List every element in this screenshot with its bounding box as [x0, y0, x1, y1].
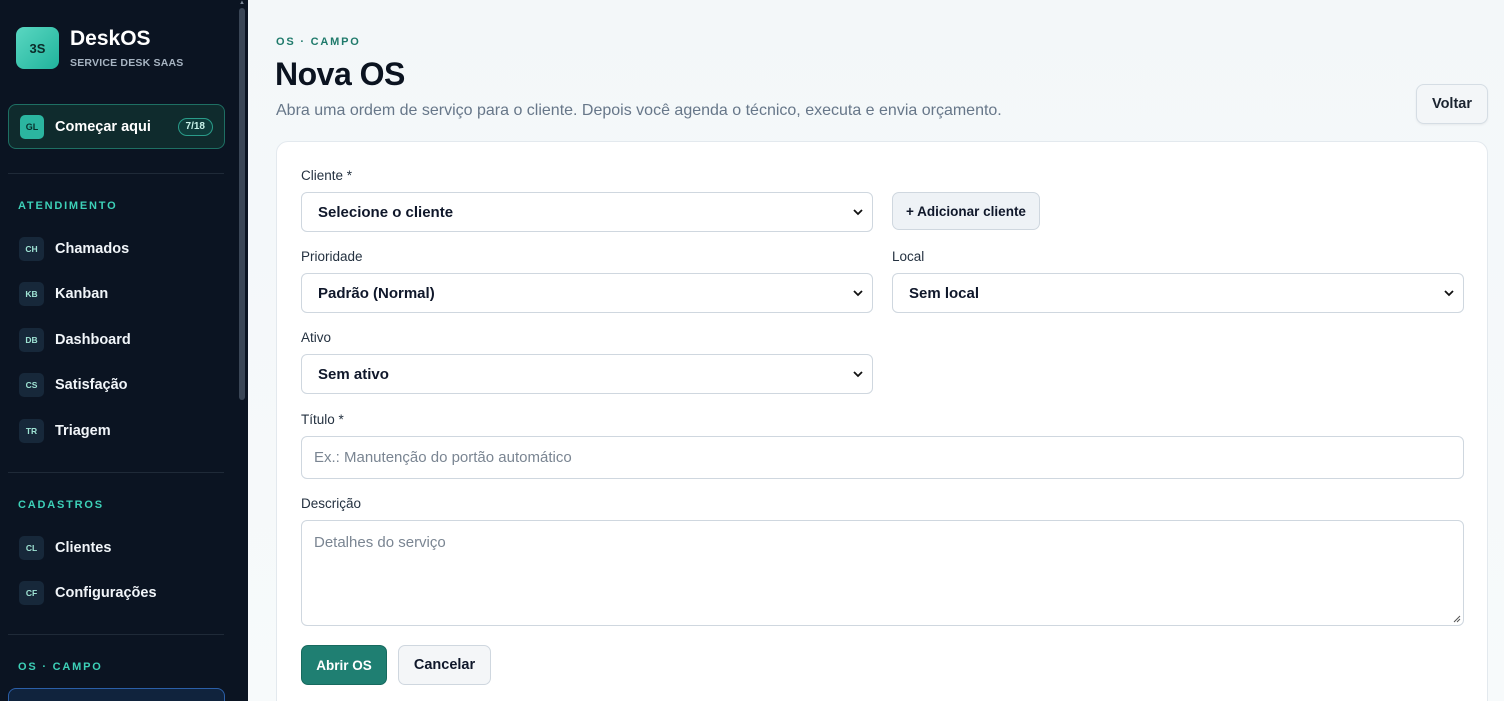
sidebar-item-active[interactable] — [8, 688, 225, 701]
section-title-cadastros: CADASTROS — [18, 499, 104, 511]
dashboard-icon: DB — [19, 328, 44, 352]
brand-subtitle: SERVICE DESK SAAS — [70, 57, 184, 69]
sidebar-divider — [8, 472, 224, 473]
scrollbar-thumb[interactable] — [239, 8, 245, 400]
sidebar-item-chamados[interactable]: CH Chamados — [19, 236, 129, 262]
page-eyebrow: OS · CAMPO — [276, 36, 361, 48]
chevron-down-icon — [853, 371, 863, 378]
sidebar-item-triagem[interactable]: TR Triagem — [19, 418, 111, 444]
ativo-label: Ativo — [301, 330, 332, 345]
sidebar-item-label: Configurações — [55, 585, 157, 601]
sidebar-item-dashboard[interactable]: DB Dashboard — [19, 327, 131, 353]
sidebar-item-label: Triagem — [55, 423, 111, 439]
titulo-label: Título * — [301, 412, 344, 427]
sidebar-divider — [8, 173, 224, 174]
back-button[interactable]: Voltar — [1416, 84, 1488, 124]
local-select-value: Sem local — [909, 284, 980, 302]
descricao-label: Descrição — [301, 496, 362, 511]
local-select[interactable]: Sem local — [892, 273, 1464, 313]
satisfacao-icon: CS — [19, 373, 44, 397]
cliente-select[interactable]: Selecione o cliente — [301, 192, 873, 232]
sidebar-item-label: Clientes — [55, 540, 112, 556]
sidebar-item-label: Chamados — [55, 241, 130, 257]
start-here-label: Começar aqui — [55, 118, 151, 135]
prioridade-select[interactable]: Padrão (Normal) — [301, 273, 873, 313]
start-here-badge: GL — [20, 114, 44, 139]
sidebar-item-configuracoes[interactable]: CF Configurações — [19, 580, 157, 606]
kanban-icon: KB — [19, 282, 44, 306]
cancel-button[interactable]: Cancelar — [398, 645, 491, 685]
sidebar-item-label: Kanban — [55, 286, 109, 302]
start-here-button[interactable]: GL Começar aqui 7/18 — [8, 104, 225, 149]
brand-name: DeskOS — [70, 27, 151, 50]
triagem-icon: TR — [19, 419, 44, 443]
section-title-atendimento: ATENDIMENTO — [18, 200, 118, 212]
page-title: Nova OS — [275, 56, 405, 92]
chevron-down-icon — [1444, 290, 1454, 297]
section-title-os-campo: OS · CAMPO — [18, 661, 103, 673]
titulo-input[interactable]: Ex.: Manutenção do portão automático — [301, 436, 1464, 479]
local-label: Local — [892, 249, 925, 264]
sidebar-divider — [8, 634, 224, 635]
prioridade-select-value: Padrão (Normal) — [318, 284, 435, 302]
main-content: OS · CAMPO Nova OS Abra uma ordem de ser… — [248, 0, 1504, 701]
descricao-placeholder: Detalhes do serviço — [314, 534, 446, 551]
add-client-button[interactable]: + Adicionar cliente — [892, 192, 1040, 230]
progress-count-badge: 7/18 — [177, 118, 213, 136]
sidebar-scrollbar[interactable]: ▲ — [238, 0, 246, 701]
cliente-label: Cliente * — [301, 168, 353, 183]
new-os-form: Cliente * Selecione o cliente + Adiciona… — [276, 141, 1488, 701]
sidebar-item-kanban[interactable]: KB Kanban — [19, 281, 108, 307]
sidebar-item-label: Satisfação — [55, 377, 128, 393]
open-os-button[interactable]: Abrir OS — [301, 645, 387, 685]
brand[interactable]: 3S DeskOS SERVICE DESK SAAS — [16, 27, 184, 69]
titulo-placeholder: Ex.: Manutenção do portão automático — [314, 449, 572, 466]
cliente-select-value: Selecione o cliente — [318, 203, 454, 221]
resize-handle-icon[interactable] — [1453, 615, 1461, 623]
descricao-textarea[interactable]: Detalhes do serviço — [301, 520, 1464, 626]
sidebar: 3S DeskOS SERVICE DESK SAAS GL Começar a… — [0, 0, 248, 701]
chevron-down-icon — [853, 209, 863, 216]
sidebar-item-satisfacao[interactable]: CS Satisfação — [19, 372, 128, 398]
chevron-down-icon — [853, 290, 863, 297]
brand-logo: 3S — [16, 27, 59, 69]
ativo-select[interactable]: Sem ativo — [301, 354, 873, 394]
clientes-icon: CL — [19, 536, 44, 560]
scroll-up-arrow-icon[interactable]: ▲ — [239, 0, 245, 6]
ativo-select-value: Sem ativo — [318, 365, 389, 383]
prioridade-label: Prioridade — [301, 249, 363, 264]
chamados-icon: CH — [19, 237, 44, 261]
sidebar-item-clientes[interactable]: CL Clientes — [19, 535, 111, 561]
sidebar-item-label: Dashboard — [55, 332, 131, 348]
page-subtitle: Abra uma ordem de serviço para o cliente… — [276, 102, 1002, 119]
configuracoes-icon: CF — [19, 581, 44, 605]
